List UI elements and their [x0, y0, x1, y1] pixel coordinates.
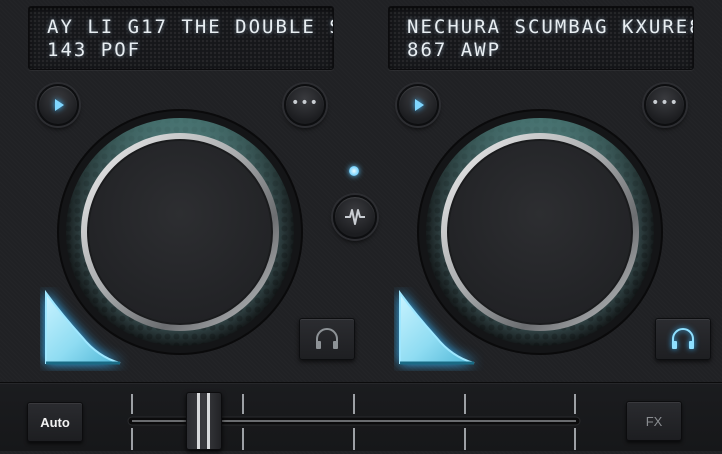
deck-b-cue-pad[interactable]	[394, 287, 484, 371]
auto-button[interactable]: Auto	[27, 402, 83, 442]
headphones-icon	[672, 328, 694, 349]
auto-button-label: Auto	[40, 414, 70, 430]
fx-button-label: FX	[645, 413, 663, 429]
headphones-icon	[316, 328, 338, 349]
sync-indicator-led	[349, 166, 359, 176]
deck-b-track-title: NECHURA SCUMBAG KXURE8	[407, 16, 694, 38]
deck-b-track-info: 867 AWP	[407, 39, 502, 61]
crossfader[interactable]	[124, 392, 584, 450]
deck-a-cue-pad[interactable]	[40, 287, 130, 371]
deck-b-display: NECHURA SCUMBAG KXURE8 867 AWP	[388, 6, 694, 70]
sync-waveform-icon	[345, 209, 365, 225]
deck-a-track-info: 143 POF	[47, 39, 142, 61]
deck-a-headphone-cue-button[interactable]	[299, 318, 355, 360]
deck-b-headphone-cue-button[interactable]	[655, 318, 711, 360]
deck-a-display: AY LI G17 THE DOUBLE SU 143 POF	[28, 6, 334, 70]
sync-button[interactable]	[333, 195, 377, 239]
crossfader-handle[interactable]	[186, 392, 222, 450]
deck-a-track-title: AY LI G17 THE DOUBLE SU	[47, 16, 334, 38]
fx-button[interactable]: FX	[626, 401, 682, 441]
